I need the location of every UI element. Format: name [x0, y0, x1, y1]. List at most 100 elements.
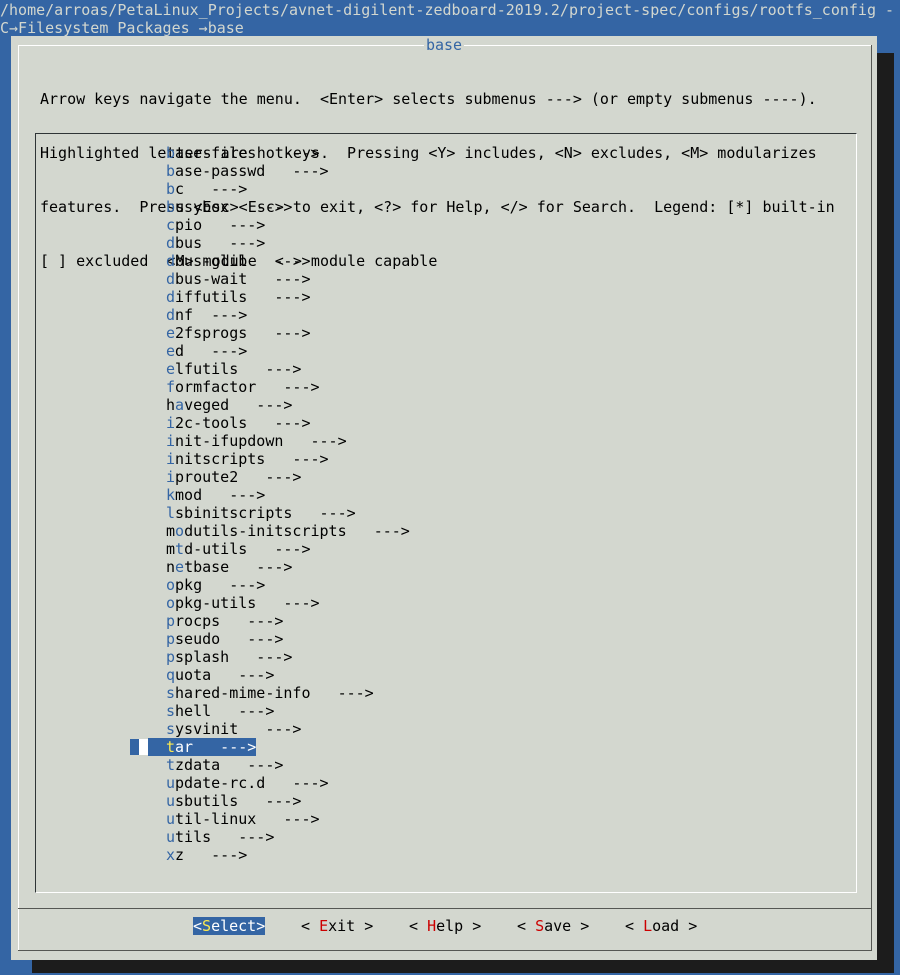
menu-item[interactable]: xz --->: [36, 846, 856, 864]
menu-item-label: opkg-utils --->: [166, 594, 320, 612]
menu-item-label: initscripts --->: [166, 450, 329, 468]
menu-item-text: mod --->: [175, 486, 266, 504]
menu-item-hotkey: p: [166, 630, 176, 648]
menu-item[interactable]: usbutils --->: [36, 792, 856, 810]
menuconfig-dialog: base Arrow keys navigate the menu. <Ente…: [11, 36, 877, 960]
menu-item[interactable]: lsbinitscripts --->: [36, 504, 856, 522]
menu-item-label: dbus --->: [166, 234, 265, 252]
menu-item[interactable]: psplash --->: [36, 648, 856, 666]
menu-item[interactable]: base-files --->: [36, 144, 856, 162]
menu-item[interactable]: dbus --->: [36, 234, 856, 252]
menu-item[interactable]: e2fsprogs --->: [36, 324, 856, 342]
menu-item-label: base-passwd --->: [166, 162, 329, 180]
menu-item[interactable]: procps --->: [36, 612, 856, 630]
menu-item-hotkey: t: [175, 540, 185, 558]
load-button[interactable]: < Load >: [625, 917, 697, 935]
menu-item[interactable]: opkg-utils --->: [36, 594, 856, 612]
menu-item-text: nf --->: [175, 306, 248, 324]
menu-item[interactable]: util-linux --->: [36, 810, 856, 828]
menu-item-hotkey: o: [166, 594, 176, 612]
menu-item-text: splash --->: [175, 648, 293, 666]
button-pre: <: [193, 917, 203, 935]
menu-item-label: xz --->: [166, 846, 247, 864]
menu-item[interactable]: init-ifupdown --->: [36, 432, 856, 450]
menu-item-label: shell --->: [166, 702, 274, 720]
menu-item[interactable]: tzdata --->: [36, 756, 856, 774]
menu-item-hotkey: u: [166, 810, 176, 828]
menu-item-label: utils --->: [166, 828, 274, 846]
help-button[interactable]: < Help >: [409, 917, 481, 935]
menu-item[interactable]: dbus-glib --->: [36, 252, 856, 270]
menu-item-text: proute2 --->: [175, 468, 302, 486]
menu-item-prefix: n: [166, 558, 176, 576]
menu-item[interactable]: sysvinit --->: [36, 720, 856, 738]
menu-item[interactable]: pseudo --->: [36, 630, 856, 648]
menu-item[interactable]: shell --->: [36, 702, 856, 720]
button-post: elp >: [436, 917, 482, 935]
menu-item[interactable]: opkg --->: [36, 576, 856, 594]
menu-item-hotkey: b: [166, 180, 176, 198]
menu-item[interactable]: initscripts --->: [36, 450, 856, 468]
menu-item-text: dutils-initscripts --->: [184, 522, 410, 540]
menu-item[interactable]: formfactor --->: [36, 378, 856, 396]
menu-item-hotkey: c: [166, 216, 176, 234]
menu-item[interactable]: busybox --->: [36, 198, 856, 216]
menu-item-label: psplash --->: [166, 648, 292, 666]
menu-item-text: 2fsprogs --->: [175, 324, 311, 342]
button-pre: <: [625, 917, 644, 935]
button-separator: [18, 908, 872, 909]
menu-item-label: dnf --->: [166, 306, 247, 324]
menu-item-text: bus-wait --->: [175, 270, 311, 288]
menu-item[interactable]: diffutils --->: [36, 288, 856, 306]
menu-item-prefix: m: [166, 540, 176, 558]
menu-item-label: e2fsprogs --->: [166, 324, 311, 342]
menu-item[interactable]: netbase --->: [36, 558, 856, 576]
menu-item-text: usybox --->: [175, 198, 293, 216]
menu-item-hotkey: e: [166, 324, 176, 342]
menu-item-hotkey: x: [166, 846, 176, 864]
menu-item-hotkey: q: [166, 666, 176, 684]
menu-item[interactable]: elfutils --->: [36, 360, 856, 378]
menu-item-label: util-linux --->: [166, 810, 320, 828]
menu-item-prefix: h: [166, 396, 176, 414]
menu-item-text: bus-glib --->: [175, 252, 311, 270]
menu-item[interactable]: dnf --->: [36, 306, 856, 324]
save-button[interactable]: < Save >: [517, 917, 589, 935]
menu-item-label: netbase --->: [166, 558, 292, 576]
menu-item-hotkey: s: [166, 720, 176, 738]
menu-item[interactable]: modutils-initscripts --->: [36, 522, 856, 540]
menu-item-label: iproute2 --->: [166, 468, 301, 486]
menu-item[interactable]: utils --->: [36, 828, 856, 846]
menu-item-hotkey: e: [166, 360, 176, 378]
menu-item[interactable]: tar --->: [36, 738, 856, 756]
menu-item[interactable]: bc --->: [36, 180, 856, 198]
menu-item-text: iffutils --->: [175, 288, 311, 306]
menu-item-text: z --->: [175, 846, 248, 864]
menu-item[interactable]: i2c-tools --->: [36, 414, 856, 432]
menu-item-label: i2c-tools --->: [166, 414, 311, 432]
menu-item[interactable]: dbus-wait --->: [36, 270, 856, 288]
button-post: ave >: [544, 917, 590, 935]
menu-item[interactable]: mtd-utils --->: [36, 540, 856, 558]
menu-item[interactable]: kmod --->: [36, 486, 856, 504]
menu-item-text: ase-passwd --->: [175, 162, 329, 180]
menu-item[interactable]: update-rc.d --->: [36, 774, 856, 792]
menu-item-label: tzdata --->: [166, 756, 283, 774]
menu-item-label: opkg --->: [166, 576, 265, 594]
menu-item[interactable]: haveged --->: [36, 396, 856, 414]
select-button[interactable]: <Select>: [193, 917, 266, 935]
menu-item-label: kmod --->: [166, 486, 265, 504]
menu-item-text: ormfactor --->: [175, 378, 320, 396]
menu-item[interactable]: quota --->: [36, 666, 856, 684]
menu-item[interactable]: cpio --->: [36, 216, 856, 234]
menu-item-label: pseudo --->: [166, 630, 283, 648]
menu-item[interactable]: ed --->: [36, 342, 856, 360]
menu-item[interactable]: base-passwd --->: [36, 162, 856, 180]
menu-item-label: modutils-initscripts --->: [166, 522, 410, 540]
menu-item-hotkey: d: [166, 270, 176, 288]
exit-button[interactable]: < Exit >: [301, 917, 373, 935]
menu-item[interactable]: shared-mime-info --->: [36, 684, 856, 702]
menu-item[interactable]: iproute2 --->: [36, 468, 856, 486]
menu-item-hotkey: d: [166, 252, 176, 270]
menu-item-text: ase-files --->: [175, 144, 320, 162]
